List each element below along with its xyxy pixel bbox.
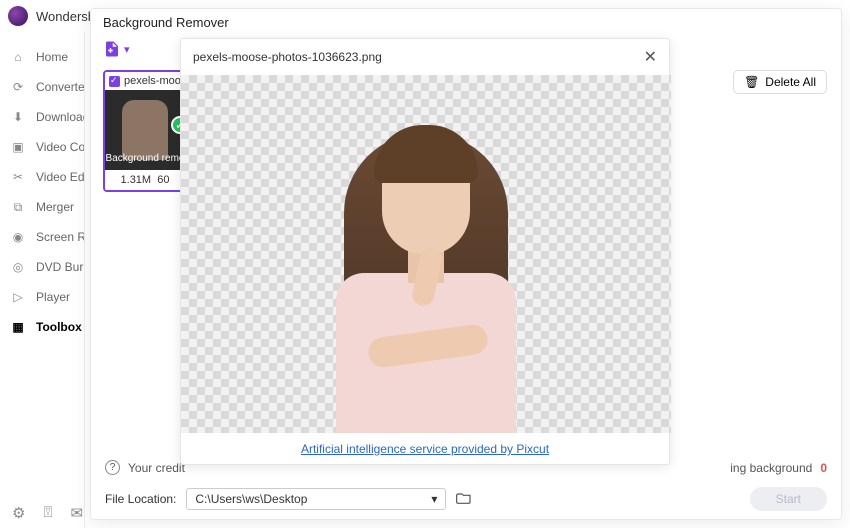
file-plus-icon — [103, 40, 121, 58]
thumbnail-status: Background remo — [105, 153, 185, 164]
folder-icon — [456, 490, 472, 506]
sidebar-item-label: Merger — [36, 200, 74, 214]
removing-label: ing background — [730, 461, 812, 475]
add-file-button[interactable]: ▾ — [103, 40, 130, 58]
sidebar-item-label: Converter — [36, 80, 85, 94]
sidebar-item-editor[interactable]: ✂ Video Editor — [0, 162, 84, 192]
sidebar-item-downloader[interactable]: ⬇ Downloader — [0, 102, 84, 132]
sidebar-item-dvd[interactable]: ◎ DVD Burner — [0, 252, 84, 282]
scissors-icon: ✂ — [10, 169, 26, 185]
file-location-path: C:\Users\ws\Desktop — [195, 492, 307, 506]
chevron-down-icon: ▾ — [124, 43, 130, 56]
start-button[interactable]: Start — [750, 487, 827, 511]
credit-label: Your credit — [128, 461, 185, 475]
sidebar-item-converter[interactable]: ⟳ Converter — [0, 72, 84, 102]
merge-icon: ⧉ — [10, 199, 26, 215]
disc-icon: ◎ — [10, 259, 26, 275]
sidebar-item-home[interactable]: ⌂ Home — [0, 42, 84, 72]
sidebar-item-toolbox[interactable]: ▦ Toolbox — [0, 312, 84, 342]
preview-close-button[interactable]: ✕ — [644, 47, 657, 67]
sidebar-item-merger[interactable]: ⧉ Merger — [0, 192, 84, 222]
preview-canvas — [181, 75, 671, 433]
thumbnail-card[interactable]: pexels-moose ✓ Background remo 1.31M 60 — [103, 70, 187, 192]
preview-subject — [296, 103, 556, 433]
file-location-label: File Location: — [105, 492, 176, 506]
modal-title: Background Remover — [103, 15, 229, 30]
grid-icon: ▦ — [10, 319, 26, 335]
sidebar-item-label: Player — [36, 290, 70, 304]
sidebar-item-label: Video Compressor — [36, 140, 85, 154]
sidebar-item-label: Home — [36, 50, 68, 64]
settings-icon[interactable]: ⚙ — [12, 504, 25, 522]
sidebar-item-player[interactable]: ▷ Player — [0, 282, 84, 312]
sidebar-item-recorder[interactable]: ◉ Screen Recorder — [0, 222, 84, 252]
compress-icon: ▣ — [10, 139, 26, 155]
preview-filename: pexels-moose-photos-1036623.png — [193, 50, 382, 64]
sidebar-item-label: Toolbox — [36, 320, 82, 334]
file-location-select[interactable]: C:\Users\ws\Desktop ▾ — [186, 488, 446, 510]
removing-count: 0 — [820, 461, 827, 475]
help-icon[interactable]: ? — [105, 460, 120, 475]
sidebar-item-label: Video Editor — [36, 170, 85, 184]
sidebar-item-label: Screen Recorder — [36, 230, 85, 244]
preview-panel: pexels-moose-photos-1036623.png ✕ Artifi… — [180, 38, 670, 465]
app-logo — [8, 6, 28, 26]
pixcut-link[interactable]: Artificial intelligence service provided… — [301, 442, 549, 456]
delete-all-label: Delete All — [765, 75, 816, 89]
thumbnail-filename: pexels-moose — [124, 75, 185, 87]
sidebar: ⌂ Home ⟳ Converter ⬇ Downloader ▣ Video Comp… — [0, 32, 85, 528]
thumbnail-image: ✓ Background remo — [105, 90, 185, 170]
open-folder-button[interactable] — [456, 490, 472, 509]
sidebar-item-label: DVD Burner — [36, 260, 85, 274]
delete-all-button[interactable]: 🗑 Delete All — [733, 70, 827, 94]
convert-icon: ⟳ — [10, 79, 26, 95]
chevron-down-icon: ▾ — [431, 492, 437, 506]
play-icon: ▷ — [10, 289, 26, 305]
home-icon: ⌂ — [10, 49, 26, 65]
download-icon: ⬇ — [10, 109, 26, 125]
message-icon[interactable]: ✉ — [70, 504, 83, 522]
bell-icon[interactable]: ⍔ — [43, 504, 52, 522]
sidebar-item-label: Downloader — [36, 110, 85, 124]
thumbnail-size: 1.31M — [121, 174, 152, 186]
sidebar-item-compressor[interactable]: ▣ Video Compressor — [0, 132, 84, 162]
thumbnail-dim: 60 — [157, 174, 169, 186]
trash-icon: 🗑 — [744, 75, 759, 89]
record-icon: ◉ — [10, 229, 26, 245]
checkbox-icon[interactable] — [109, 76, 120, 87]
